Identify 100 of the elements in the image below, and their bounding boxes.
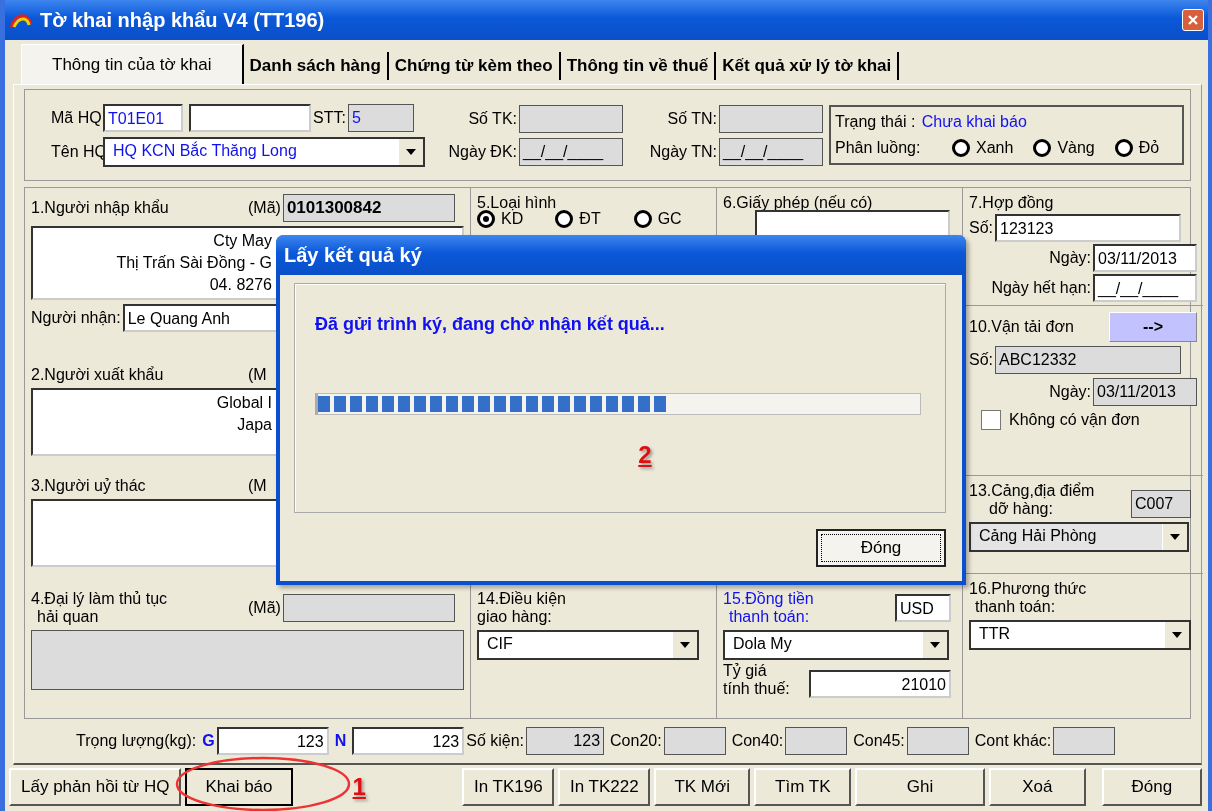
tab[interactable]: Chứng từ kèm theo — [388, 52, 561, 80]
input-field[interactable]: C007 — [1131, 490, 1191, 518]
caret-icon — [1172, 632, 1182, 638]
dropdown[interactable]: CIF — [477, 630, 699, 660]
rainbow-icon — [8, 12, 34, 28]
input-field[interactable]: 0101300842 — [282, 194, 455, 222]
action-button[interactable]: Ghi — [855, 768, 986, 806]
label: Ngày TN: — [648, 142, 717, 161]
section-title: 2.Người xuất khẩu — [31, 366, 165, 384]
label: Ngày hết hạn: — [991, 279, 1091, 297]
caret-icon — [680, 642, 690, 648]
input-field[interactable]: USD — [895, 594, 951, 622]
action-button[interactable]: Khai báo — [185, 768, 293, 806]
label: Số kiện: — [466, 732, 525, 750]
caret-icon — [1170, 534, 1180, 540]
label: Con45: — [853, 732, 905, 750]
section-title: 14.Điều kiện — [477, 590, 567, 608]
radio-button[interactable]: Vàng — [1033, 139, 1095, 157]
status-text: Chưa khai báo — [921, 113, 1027, 131]
action-button[interactable]: Xoá — [989, 768, 1086, 806]
input-field[interactable]: __/__/____ — [1093, 274, 1197, 302]
label: Người nhận: — [31, 309, 121, 327]
dropdown[interactable]: TTR — [969, 620, 1191, 650]
label: Ngày: — [1049, 249, 1091, 267]
section-title: 5.Loại hình — [477, 194, 558, 212]
radio-button[interactable]: Đỏ — [1114, 139, 1160, 157]
input-field[interactable]: 21010 — [809, 670, 951, 698]
tab[interactable]: Thông tin của tờ khai — [21, 44, 244, 84]
action-button[interactable]: In TK222 — [557, 768, 650, 806]
section-title: 16.Phương thức — [969, 580, 1088, 598]
label: N — [334, 732, 347, 750]
section-title: 10.Vận tải đơn — [969, 318, 1075, 336]
label: Ngày: — [1049, 383, 1091, 401]
dialog-title: Lấy kết quả ký — [276, 235, 966, 275]
tab[interactable]: Thông tin về thuế — [560, 52, 717, 80]
input-field[interactable]: 123 — [352, 727, 465, 755]
label: Số: — [969, 351, 993, 369]
action-button[interactable]: Đóng — [1101, 768, 1202, 806]
label: Số: — [969, 219, 993, 237]
action-button[interactable]: Tìm TK — [754, 768, 852, 806]
section-title: thanh toán: — [975, 598, 1057, 616]
radio-button[interactable]: Xanh — [952, 139, 1014, 157]
tab[interactable]: Danh sách hàng — [243, 52, 389, 80]
input-field[interactable]: ABC12332 — [995, 346, 1181, 374]
label: Trạng thái : — [835, 113, 917, 131]
label: Con20: — [610, 732, 662, 750]
arrow-button[interactable]: --> — [1109, 312, 1197, 342]
label: Trọng lượng(kg): — [76, 732, 197, 750]
caret-icon — [406, 148, 416, 155]
input-field[interactable] — [282, 594, 455, 622]
dropdown[interactable]: HQ KCN Bắc Thăng Long — [103, 136, 425, 167]
section-title: hải quan — [37, 608, 100, 626]
label: G — [202, 732, 215, 750]
label: STT: — [313, 108, 346, 127]
label: Phân luồng: — [835, 139, 922, 157]
input-field[interactable]: 03/11/2013 — [1093, 244, 1197, 272]
label: (M — [248, 477, 267, 495]
close-button[interactable] — [1182, 9, 1204, 31]
input-field[interactable] — [663, 727, 726, 755]
label: Mã HQ — [51, 108, 101, 127]
input-field[interactable]: T01E01 — [103, 103, 183, 132]
label: Số TK: — [467, 109, 517, 128]
caret-icon — [930, 642, 940, 648]
action-button[interactable]: In TK196 — [461, 768, 554, 806]
dropdown[interactable]: Dola My — [723, 630, 949, 660]
section-title: dỡ hàng: — [989, 500, 1054, 518]
input-field[interactable] — [189, 103, 311, 132]
label: (Mã) — [248, 199, 281, 217]
section-title: thanh toán: — [729, 608, 811, 626]
close-dialog-button[interactable]: Đóng — [816, 529, 946, 567]
input-field[interactable] — [1053, 727, 1116, 755]
section-title: 4.Đại lý làm thủ tục — [31, 590, 169, 608]
input-field[interactable] — [906, 727, 969, 755]
radio-button[interactable]: KD — [477, 210, 554, 228]
close-icon — [1187, 14, 1199, 26]
input-field[interactable]: 123 — [216, 727, 329, 755]
dropdown[interactable]: Cảng Hải Phòng — [969, 522, 1189, 552]
label: Con40: — [731, 732, 784, 750]
tab[interactable]: Kết quả xử lý tờ khai — [716, 52, 900, 80]
label: (Mã) — [248, 599, 281, 617]
input-field[interactable]: __/__/____ — [719, 137, 823, 166]
input-field[interactable] — [785, 727, 848, 755]
input-field[interactable]: 123 — [526, 727, 605, 755]
input-field[interactable]: __/__/____ — [519, 137, 623, 166]
input-field[interactable] — [519, 104, 623, 133]
input-field[interactable]: 03/11/2013 — [1093, 378, 1197, 406]
input-field[interactable] — [755, 210, 950, 238]
label: Cont khác: — [974, 732, 1052, 750]
input-field[interactable] — [719, 104, 823, 133]
input-field[interactable]: 5 — [347, 103, 414, 132]
action-button[interactable]: TK Mới — [653, 768, 751, 806]
radio-button[interactable]: GC — [633, 210, 710, 228]
label: (M — [248, 366, 267, 384]
address-field[interactable] — [31, 630, 464, 690]
window-title: Tờ khai nhập khẩu V4 (TT196) — [40, 8, 326, 32]
action-button[interactable]: Lấy phản hồi từ HQ — [9, 768, 182, 806]
checkbox[interactable]: Không có vận đơn — [981, 410, 1197, 430]
section-title: 13.Cảng,địa điểm — [969, 482, 1096, 500]
input-field[interactable]: 123123 — [995, 214, 1181, 242]
radio-button[interactable]: ĐT — [555, 210, 632, 228]
